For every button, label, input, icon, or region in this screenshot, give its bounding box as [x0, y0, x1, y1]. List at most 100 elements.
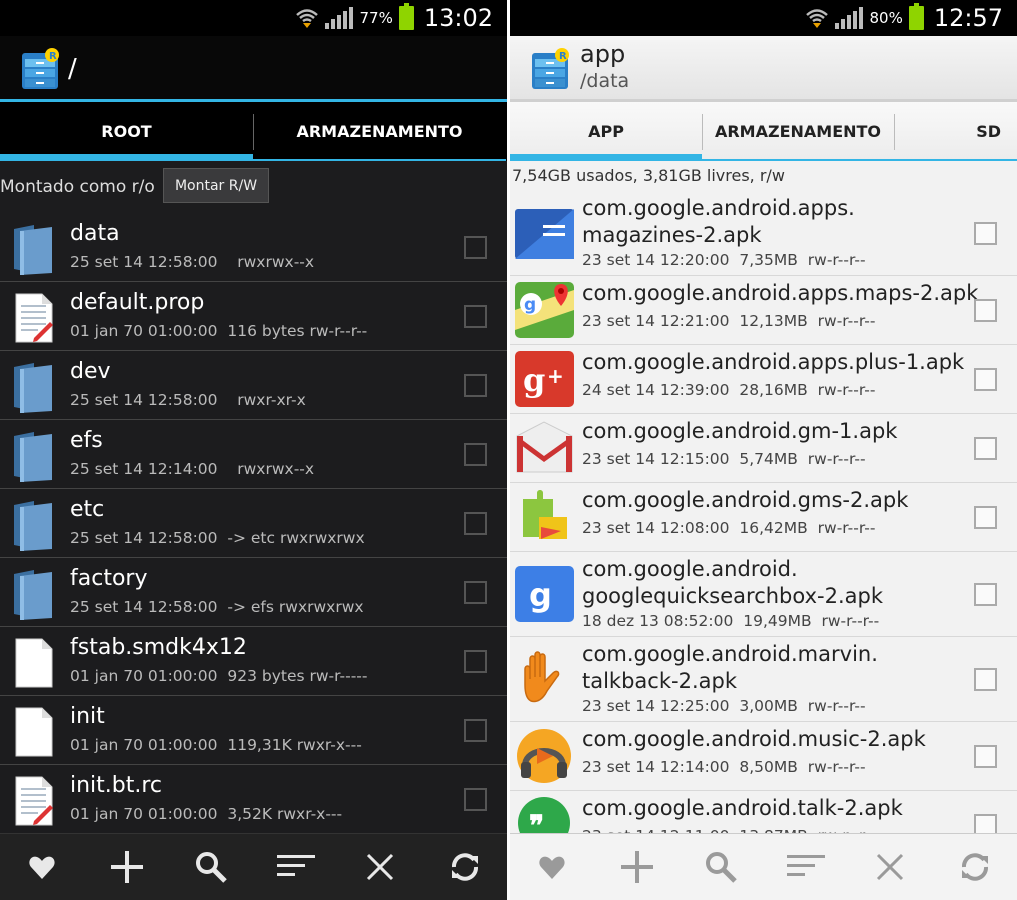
- file-date: 23 set 14 12:08:00: [582, 519, 730, 537]
- file-meta: 23 set 14 12:21:00 12,13MB rw-r--r--: [582, 312, 875, 330]
- file-name: data: [70, 221, 120, 246]
- close-button[interactable]: [338, 834, 423, 900]
- root-explorer-icon[interactable]: R: [530, 47, 570, 91]
- select-checkbox[interactable]: [974, 222, 997, 245]
- file-name: com.google.android.apps.maps-2.apk: [582, 280, 978, 307]
- file-row[interactable]: com.google.android.gm-1.apk 23 set 14 12…: [510, 414, 1017, 483]
- select-checkbox[interactable]: [974, 668, 997, 691]
- battery-icon: [908, 3, 924, 30]
- file-name-line1: com.google.android.apps.plus-1.apk: [582, 350, 965, 374]
- file-row[interactable]: g + com.google.android.apps.plus-1.apk 24…: [510, 345, 1017, 414]
- select-checkbox[interactable]: [464, 236, 487, 259]
- file-size: 12,13MB: [739, 312, 808, 330]
- file-row[interactable]: factory 25 set 14 12:58:00 -> efs rwxrwx…: [0, 558, 507, 627]
- heart-button[interactable]: [510, 834, 595, 900]
- search-button[interactable]: [679, 834, 764, 900]
- svg-text:g: g: [523, 361, 545, 399]
- signal-icon: [835, 7, 864, 29]
- select-checkbox[interactable]: [464, 305, 487, 328]
- refresh-icon: [448, 850, 482, 884]
- file-size: 7,35MB: [739, 251, 798, 269]
- action-bar: R app /data: [510, 36, 1017, 102]
- file-meta: 01 jan 70 01:00:00 116 bytes rw-r--r--: [70, 322, 367, 340]
- plus-button[interactable]: [85, 834, 170, 900]
- tab-bar: APP ARMAZENAMENTO SD: [510, 102, 1017, 161]
- select-checkbox[interactable]: [464, 650, 487, 673]
- select-checkbox[interactable]: [464, 719, 487, 742]
- search-button[interactable]: [169, 834, 254, 900]
- file-row[interactable]: init 01 jan 70 01:00:00 119,31K rwxr-x--…: [0, 696, 507, 765]
- select-checkbox[interactable]: [464, 581, 487, 604]
- folder-icon: [12, 499, 54, 551]
- folder-icon: [12, 361, 54, 413]
- plus-icon: [109, 849, 145, 885]
- select-checkbox[interactable]: [974, 583, 997, 606]
- file-date: 25 set 14 12:58:00: [70, 253, 218, 271]
- select-checkbox[interactable]: [464, 512, 487, 535]
- select-checkbox[interactable]: [464, 443, 487, 466]
- svg-text:g: g: [524, 295, 536, 315]
- select-checkbox[interactable]: [464, 788, 487, 811]
- file-row[interactable]: com.google.android.apps. magazines-2.apk …: [510, 191, 1017, 276]
- status-bar: 77% 13:02: [0, 0, 507, 36]
- file-row[interactable]: data 25 set 14 12:58:00 rwxrwx--x: [0, 213, 507, 282]
- file-meta: 25 set 14 12:58:00 rwxr-xr-x: [70, 391, 306, 409]
- mount-rw-button[interactable]: Montar R/W: [163, 168, 269, 203]
- file-meta: 18 dez 13 08:52:00 19,49MB rw-r--r--: [582, 612, 879, 630]
- action-bar: R /: [0, 36, 507, 102]
- heart-button[interactable]: [0, 834, 85, 900]
- file-date: 24 set 14 12:39:00: [582, 381, 730, 399]
- storage-info-bar: 7,54GB usados, 3,81GB livres, r/w: [510, 161, 1017, 191]
- file-row[interactable]: dev 25 set 14 12:58:00 rwxr-xr-x: [0, 351, 507, 420]
- file-row[interactable]: g com.google.android. googlequicksearchbo…: [510, 552, 1017, 637]
- file-name: efs: [70, 428, 103, 453]
- file-icon: [12, 706, 54, 758]
- select-checkbox[interactable]: [974, 506, 997, 529]
- file-row[interactable]: g com.google.android.apps.maps-2.apk 23 …: [510, 276, 1017, 345]
- root-explorer-icon[interactable]: R: [20, 47, 60, 91]
- select-checkbox[interactable]: [974, 745, 997, 768]
- refresh-button[interactable]: [933, 834, 1017, 900]
- file-name: com.google.android.gms-2.apk: [582, 487, 908, 514]
- tab-storage[interactable]: ARMAZENAMENTO: [253, 102, 506, 161]
- close-button[interactable]: [848, 834, 933, 900]
- select-checkbox[interactable]: [974, 368, 997, 391]
- svg-text:+: +: [547, 364, 564, 388]
- select-checkbox[interactable]: [974, 299, 997, 322]
- text-file-icon: [12, 292, 54, 344]
- file-row[interactable]: init.bt.rc 01 jan 70 01:00:00 3,52K rwxr…: [0, 765, 507, 834]
- select-checkbox[interactable]: [974, 437, 997, 460]
- tab-storage[interactable]: ARMAZENAMENTO: [702, 102, 894, 161]
- file-name: com.google.android.apps. magazines-2.apk: [582, 195, 855, 249]
- file-row[interactable]: etc 25 set 14 12:58:00 -> etc rwxrwxrwx: [0, 489, 507, 558]
- file-row[interactable]: com.google.android.marvin. talkback-2.apk…: [510, 637, 1017, 722]
- file-meta: 23 set 14 12:15:00 5,74MB rw-r--r--: [582, 450, 866, 468]
- play-services-icon: [513, 487, 576, 547]
- plus-button[interactable]: [595, 834, 680, 900]
- sort-button[interactable]: [764, 834, 849, 900]
- sort-button[interactable]: [254, 834, 339, 900]
- file-row[interactable]: com.google.android.gms-2.apk 23 set 14 1…: [510, 483, 1017, 552]
- file-row[interactable]: default.prop 01 jan 70 01:00:00 116 byte…: [0, 282, 507, 351]
- file-row[interactable]: fstab.smdk4x12 01 jan 70 01:00:00 923 by…: [0, 627, 507, 696]
- file-name-line1: com.google.android.apps.maps-2.apk: [582, 281, 979, 305]
- refresh-icon: [958, 850, 992, 884]
- file-detail: -> etc: [227, 529, 276, 547]
- battery-icon: [398, 3, 414, 30]
- select-checkbox[interactable]: [464, 374, 487, 397]
- file-row[interactable]: efs 25 set 14 12:14:00 rwxrwx--x: [0, 420, 507, 489]
- tab-root[interactable]: ROOT: [0, 102, 253, 161]
- file-size: 5,74MB: [739, 450, 798, 468]
- file-size: 19,49MB: [743, 612, 812, 630]
- maps-icon: g: [513, 280, 576, 340]
- sort-icon: [786, 853, 825, 881]
- tab-app[interactable]: APP: [510, 102, 702, 161]
- file-name-line1: com.google.android.gm-1.apk: [582, 419, 898, 443]
- battery-percent: 77%: [359, 9, 393, 27]
- tab-sd[interactable]: SD: [894, 102, 1017, 161]
- file-name-line1: com.google.android.apps.: [582, 196, 855, 220]
- refresh-button[interactable]: [423, 834, 508, 900]
- file-date: 01 jan 70 01:00:00: [70, 322, 218, 340]
- file-perms: rwxr-xr-x: [237, 391, 306, 409]
- file-row[interactable]: com.google.android.music-2.apk 23 set 14…: [510, 722, 1017, 791]
